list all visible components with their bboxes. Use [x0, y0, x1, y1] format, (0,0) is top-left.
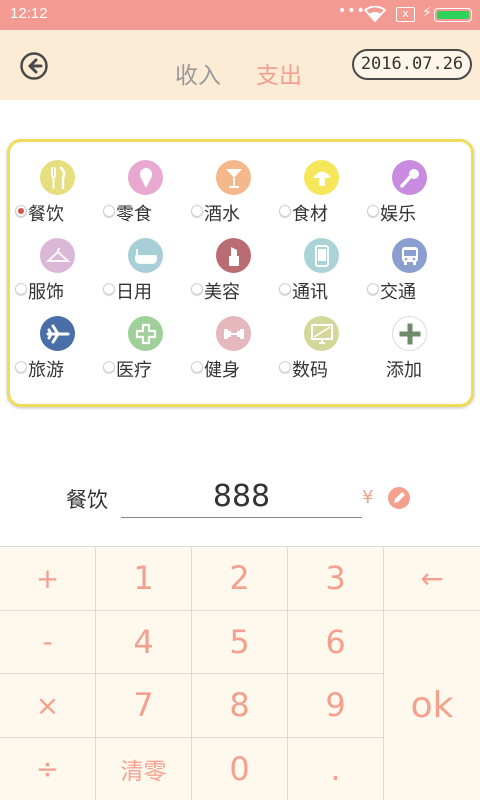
more-dots-icon: •••	[338, 3, 366, 19]
category-label: 旅游	[28, 360, 64, 381]
category-panel: 餐饮 零食 酒水 食材 娱乐服饰 日用 美容 通讯 交通旅游 医疗 健身 数码 添加	[7, 139, 474, 407]
multiply-key[interactable]: ×	[0, 674, 96, 738]
category-item[interactable]: 娱乐	[365, 160, 453, 230]
category-label: 医疗	[116, 360, 152, 381]
category-item[interactable]: 零食	[101, 160, 189, 230]
backspace-key[interactable]: ←	[384, 547, 480, 611]
back-arrow-icon	[20, 52, 48, 80]
selected-category-label: 餐饮	[66, 488, 108, 512]
battery-icon	[434, 8, 472, 22]
category-label: 酒水	[204, 204, 240, 225]
category-label: 美容	[204, 282, 240, 303]
category-item[interactable]: 餐饮	[13, 160, 101, 230]
category-radio[interactable]	[15, 361, 27, 373]
add-category-button[interactable]: 添加	[365, 316, 453, 386]
category-radio[interactable]	[103, 205, 115, 217]
ok-button[interactable]: ok	[384, 611, 480, 800]
category-item[interactable]: 食材	[277, 160, 365, 230]
mushroom-icon	[304, 160, 339, 195]
category-item[interactable]: 通讯	[277, 238, 365, 308]
medical-cross-icon	[128, 316, 163, 351]
digit-key-8[interactable]: 8	[192, 674, 288, 738]
decimal-key[interactable]: .	[288, 737, 384, 800]
edit-note-icon[interactable]	[388, 487, 410, 509]
category-label: 健身	[204, 360, 240, 381]
status-time: 12:12	[10, 5, 48, 22]
dumbbell-icon	[216, 316, 251, 351]
header: 收入 支出 2016.07.26	[0, 30, 480, 100]
digit-key-3[interactable]: 3	[288, 547, 384, 611]
category-radio[interactable]	[191, 361, 203, 373]
category-radio[interactable]	[279, 283, 291, 295]
fork-knife-icon	[40, 160, 75, 195]
digit-key-7[interactable]: 7	[96, 674, 192, 738]
digit-key-6[interactable]: 6	[288, 610, 384, 674]
category-label: 通讯	[292, 282, 328, 303]
category-item[interactable]: 医疗	[101, 316, 189, 386]
category-label: 添加	[386, 360, 422, 381]
category-radio[interactable]	[279, 205, 291, 217]
category-label: 交通	[380, 282, 416, 303]
phone-icon	[304, 238, 339, 273]
keypad: +1 2 3 ← -4 5 6 × 7 8 9 ok ÷ 清零 0.	[0, 546, 480, 800]
digit-key-9[interactable]: 9	[288, 674, 384, 738]
category-item[interactable]: 服饰	[13, 238, 101, 308]
no-sim-icon: x	[396, 7, 415, 22]
digit-key-0[interactable]: 0	[192, 737, 288, 800]
category-item[interactable]: 健身	[189, 316, 277, 386]
category-radio[interactable]	[15, 205, 27, 217]
category-label: 数码	[292, 360, 328, 381]
airplane-icon	[40, 316, 75, 351]
category-item[interactable]: 交通	[365, 238, 453, 308]
microphone-icon	[392, 160, 427, 195]
plus-key[interactable]: +	[0, 547, 96, 611]
plus-icon	[392, 316, 427, 351]
category-label: 娱乐	[380, 204, 416, 225]
cocktail-icon	[216, 160, 251, 195]
category-label: 食材	[292, 204, 328, 225]
category-item[interactable]: 美容	[189, 238, 277, 308]
category-radio[interactable]	[279, 361, 291, 373]
category-radio[interactable]	[367, 283, 379, 295]
digit-key-2[interactable]: 2	[192, 547, 288, 611]
currency-symbol: ¥	[362, 487, 374, 508]
category-item[interactable]: 数码	[277, 316, 365, 386]
digit-key-5[interactable]: 5	[192, 610, 288, 674]
category-label: 日用	[116, 282, 152, 303]
lipstick-icon	[216, 238, 251, 273]
status-bar: 12:12 ••• x ⚡	[0, 0, 480, 30]
bathtub-icon	[128, 238, 163, 273]
category-radio[interactable]	[103, 283, 115, 295]
category-label: 餐饮	[28, 204, 64, 225]
category-radio[interactable]	[191, 205, 203, 217]
charging-icon: ⚡	[422, 5, 432, 21]
tab-income[interactable]: 收入	[175, 56, 221, 90]
category-item[interactable]: 酒水	[189, 160, 277, 230]
back-button[interactable]	[20, 52, 48, 80]
tab-expense[interactable]: 支出	[256, 56, 302, 90]
category-radio[interactable]	[103, 361, 115, 373]
category-label: 零食	[116, 204, 152, 225]
bus-icon	[392, 238, 427, 273]
digit-key-1[interactable]: 1	[96, 547, 192, 611]
digit-key-4[interactable]: 4	[96, 610, 192, 674]
wifi-icon	[363, 5, 387, 26]
category-radio[interactable]	[191, 283, 203, 295]
hanger-icon	[40, 238, 75, 273]
ice-cream-icon	[128, 160, 163, 195]
category-label: 服饰	[28, 282, 64, 303]
minus-key[interactable]: -	[0, 610, 96, 674]
monitor-icon	[304, 316, 339, 351]
category-item[interactable]: 日用	[101, 238, 189, 308]
clear-button[interactable]: 清零	[96, 737, 192, 800]
divide-key[interactable]: ÷	[0, 737, 96, 800]
amount-input[interactable]: 888	[121, 476, 362, 518]
category-radio[interactable]	[15, 283, 27, 295]
category-radio[interactable]	[367, 205, 379, 217]
date-picker[interactable]: 2016.07.26	[352, 49, 472, 80]
category-item[interactable]: 旅游	[13, 316, 101, 386]
